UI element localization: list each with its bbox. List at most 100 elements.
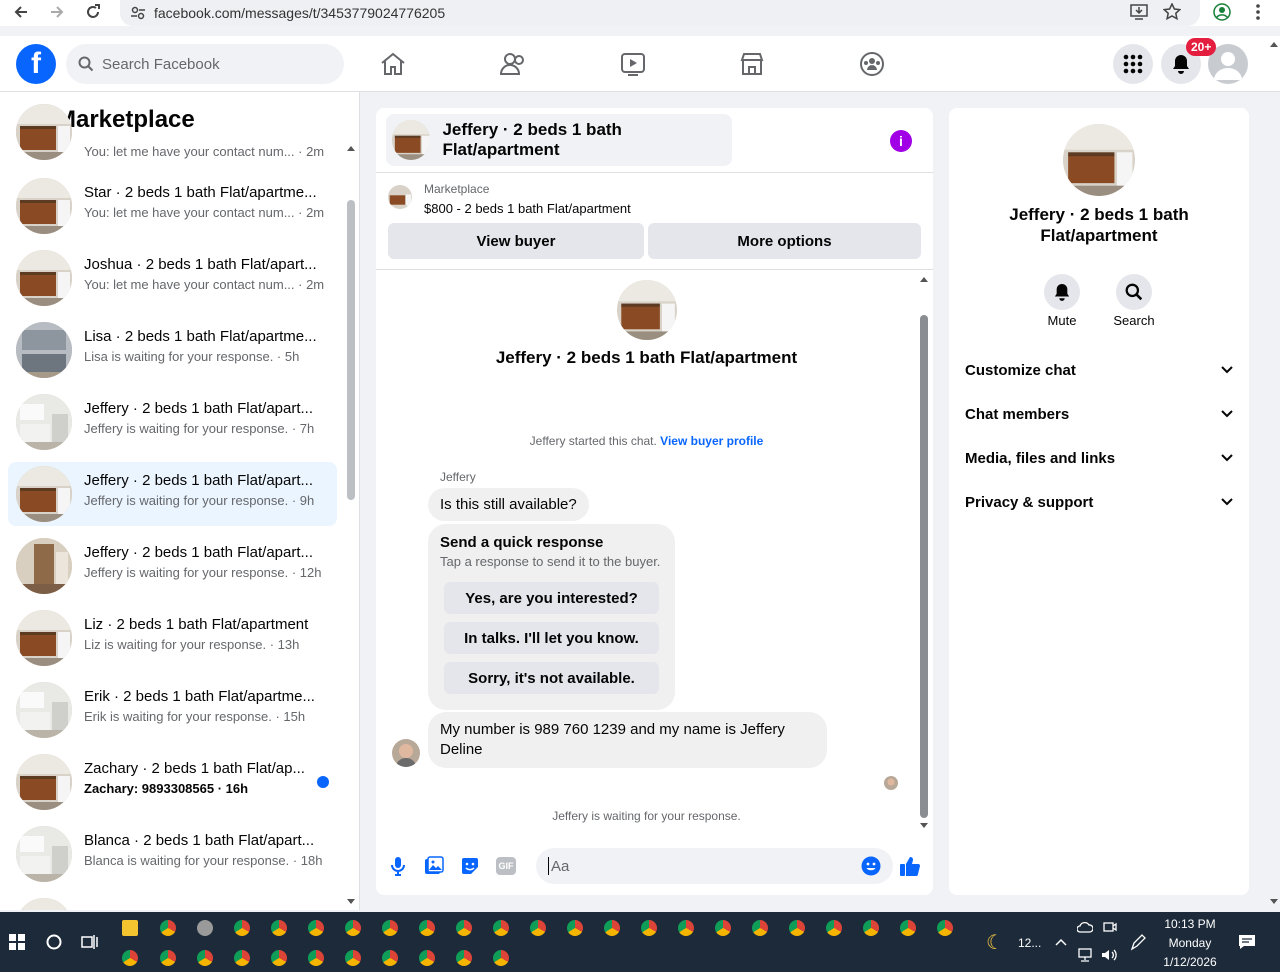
info-icon[interactable]: i bbox=[890, 130, 912, 152]
taskbar-app-icon[interactable] bbox=[160, 920, 176, 936]
customize-chat-section[interactable]: Customize chat bbox=[965, 348, 1233, 392]
privacy-support-section[interactable]: Privacy & support bbox=[965, 480, 1233, 524]
conversation-item-partial[interactable]: You: let me have your contact num... · 2… bbox=[8, 104, 337, 168]
taskbar-app-icon[interactable] bbox=[900, 920, 916, 936]
friends-icon[interactable] bbox=[499, 50, 527, 78]
view-buyer-button[interactable]: View buyer bbox=[388, 223, 644, 259]
like-thumb-icon[interactable] bbox=[899, 855, 921, 877]
taskbar-app-icon[interactable] bbox=[419, 950, 435, 966]
taskbar-app-icon[interactable] bbox=[641, 920, 657, 936]
sender-avatar[interactable] bbox=[392, 739, 420, 767]
facebook-logo[interactable]: f bbox=[16, 44, 56, 84]
conversation-item[interactable]: Jeffery · 2 beds 1 bath Flat/apart... Jef… bbox=[8, 390, 337, 454]
weather-text[interactable]: 12... bbox=[1018, 936, 1041, 950]
bookmark-star-icon[interactable] bbox=[1163, 3, 1181, 21]
taskbar-app-icon[interactable] bbox=[308, 950, 324, 966]
chat-avatar-large[interactable] bbox=[617, 280, 677, 340]
taskbar-app-icon[interactable] bbox=[271, 920, 287, 936]
taskbar-app-icon[interactable] bbox=[456, 920, 472, 936]
scroll-down-icon[interactable] bbox=[919, 822, 929, 830]
media-files-links-section[interactable]: Media, files and links bbox=[965, 436, 1233, 480]
details-avatar[interactable] bbox=[1063, 124, 1135, 196]
view-buyer-profile-link[interactable]: View buyer profile bbox=[660, 434, 763, 448]
search-input[interactable]: Search Facebook bbox=[66, 44, 344, 84]
conversation-item-partial[interactable] bbox=[8, 894, 337, 910]
weather-icon[interactable]: ☾ bbox=[986, 930, 1004, 955]
quick-response-option[interactable]: In talks. I'll let you know. bbox=[444, 622, 659, 654]
message-bubble[interactable]: Is this still available? bbox=[428, 488, 589, 521]
taskbar-app-icon[interactable] bbox=[160, 950, 176, 966]
taskbar-app-icon[interactable] bbox=[752, 920, 768, 936]
taskbar-app-icon[interactable] bbox=[863, 920, 879, 936]
scroll-down-icon[interactable] bbox=[346, 898, 356, 906]
taskbar-app-icon[interactable] bbox=[345, 950, 361, 966]
onedrive-icon[interactable] bbox=[1077, 920, 1093, 934]
scroll-up-icon[interactable] bbox=[919, 275, 929, 283]
watch-icon[interactable] bbox=[619, 50, 647, 78]
taskbar-app-icon[interactable] bbox=[493, 950, 509, 966]
taskbar-app-icon[interactable] bbox=[345, 920, 361, 936]
url-text[interactable]: facebook.com/messages/t/3453779024776205 bbox=[154, 5, 445, 21]
taskbar-app-icon[interactable] bbox=[456, 950, 472, 966]
more-options-button[interactable]: More options bbox=[648, 223, 921, 259]
notification-center-icon[interactable] bbox=[1238, 934, 1256, 950]
taskbar-app-icon[interactable] bbox=[789, 920, 805, 936]
back-arrow-icon[interactable] bbox=[12, 3, 30, 21]
conversation-item[interactable]: Jeffery · 2 beds 1 bath Flat/apart... Jef… bbox=[8, 534, 337, 598]
conversation-item[interactable]: Blanca · 2 beds 1 bath Flat/apart... Blan… bbox=[8, 822, 337, 886]
conversation-item[interactable]: Zachary · 2 beds 1 bath Flat/ap... Zachar… bbox=[8, 750, 337, 814]
message-input[interactable]: Aa bbox=[536, 848, 893, 884]
reload-icon[interactable] bbox=[84, 3, 102, 21]
chat-header[interactable]: Jeffery · 2 beds 1 bath Flat/apartment bbox=[386, 114, 732, 166]
conversation-item[interactable]: Erik · 2 beds 1 bath Flat/apartme... Erik… bbox=[8, 678, 337, 742]
windows-start-icon[interactable] bbox=[9, 934, 25, 950]
menu-grid-button[interactable] bbox=[1113, 44, 1153, 84]
taskbar-app-icon[interactable] bbox=[308, 920, 324, 936]
home-icon[interactable] bbox=[379, 50, 407, 78]
gif-icon[interactable]: GIF bbox=[495, 855, 517, 877]
taskbar-app-icon[interactable] bbox=[197, 920, 213, 936]
marketplace-icon[interactable] bbox=[738, 50, 766, 78]
taskbar-app-icon[interactable] bbox=[234, 950, 250, 966]
page-scroll-down-icon[interactable] bbox=[1269, 898, 1279, 906]
volume-icon[interactable] bbox=[1101, 948, 1119, 962]
groups-icon[interactable] bbox=[858, 50, 886, 78]
clock-time[interactable]: 10:13 PM bbox=[1152, 917, 1228, 931]
conversation-item[interactable]: Lisa · 2 beds 1 bath Flat/apartme... Lisa… bbox=[8, 318, 337, 382]
page-scroll-up-icon[interactable] bbox=[1269, 40, 1279, 48]
listing-title[interactable]: $800 - 2 beds 1 bath Flat/apartment bbox=[424, 201, 631, 216]
conversation-list-scrollbar[interactable] bbox=[347, 200, 355, 500]
taskbar-app-icon[interactable] bbox=[197, 950, 213, 966]
conversation-item[interactable]: Star · 2 beds 1 bath Flat/apartme... You:… bbox=[8, 174, 337, 238]
clock-day[interactable]: Monday bbox=[1152, 936, 1228, 950]
search-button[interactable] bbox=[1116, 274, 1152, 310]
cortana-search-icon[interactable] bbox=[46, 934, 62, 950]
taskbar-app-icon[interactable] bbox=[567, 920, 583, 936]
forward-arrow-icon[interactable] bbox=[48, 3, 66, 21]
taskbar-app-icon[interactable] bbox=[715, 920, 731, 936]
conversation-item[interactable]: Liz · 2 beds 1 bath Flat/apartment Liz is… bbox=[8, 606, 337, 670]
quick-response-option[interactable]: Yes, are you interested? bbox=[444, 582, 659, 614]
install-app-icon[interactable] bbox=[1130, 3, 1148, 21]
kebab-menu-icon[interactable] bbox=[1249, 3, 1267, 21]
scroll-up-icon[interactable] bbox=[346, 144, 356, 152]
clock-date[interactable]: 1/12/2026 bbox=[1152, 955, 1228, 969]
taskbar-app-icon[interactable] bbox=[530, 920, 546, 936]
pen-ink-icon[interactable] bbox=[1129, 934, 1147, 952]
taskbar-app-icon[interactable] bbox=[271, 950, 287, 966]
taskbar-app-icon[interactable] bbox=[826, 920, 842, 936]
mute-button[interactable] bbox=[1044, 274, 1080, 310]
file-explorer-icon[interactable] bbox=[122, 920, 138, 936]
taskbar-app-icon[interactable] bbox=[604, 920, 620, 936]
taskbar-app-icon[interactable] bbox=[122, 950, 138, 966]
message-bubble[interactable]: My number is 989 760 1239 and my name is… bbox=[428, 712, 827, 768]
meet-icon[interactable] bbox=[1103, 920, 1117, 934]
taskbar-app-icon[interactable] bbox=[678, 920, 694, 936]
taskbar-app-icon[interactable] bbox=[382, 920, 398, 936]
address-bar[interactable]: facebook.com/messages/t/3453779024776205 bbox=[120, 0, 1200, 26]
conversation-item[interactable]: Joshua · 2 beds 1 bath Flat/apart... You:… bbox=[8, 246, 337, 310]
taskbar-app-icon[interactable] bbox=[493, 920, 509, 936]
taskbar-app-icon[interactable] bbox=[234, 920, 250, 936]
photo-icon[interactable] bbox=[423, 855, 445, 877]
profile-icon[interactable] bbox=[1213, 3, 1231, 21]
